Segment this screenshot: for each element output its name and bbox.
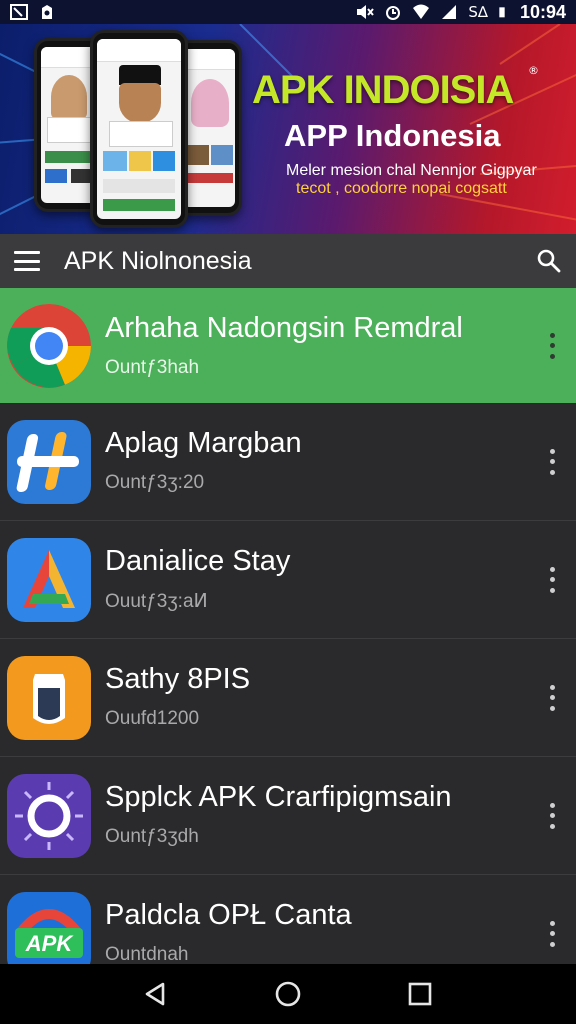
list-item[interactable]: Danialice Stay Ouutƒ3ʒ:aͶ [0, 521, 576, 639]
a-triangle-app-icon [7, 537, 91, 622]
app-subtitle: Ountƒ3ʒ:20 [105, 472, 205, 493]
shield-app-icon [7, 655, 91, 740]
app-subtitle: Ountƒ3ʒdh [105, 826, 199, 847]
battery-icon [499, 7, 505, 18]
app-name: Danialice Stay [105, 545, 291, 577]
app-list: Arhaha Nadongsin Remdral Ountƒ3hah Aplag… [0, 288, 576, 964]
notification-icon [42, 5, 52, 19]
app-subtitle: Ountƒ3hah [105, 357, 200, 378]
back-icon[interactable] [141, 979, 171, 1009]
list-item[interactable]: Sathy 8PIS Ouufd1200 [0, 639, 576, 757]
more-options-icon[interactable] [548, 566, 556, 593]
home-icon[interactable] [273, 979, 303, 1009]
hash-app-icon [7, 419, 91, 504]
banner-subheadline: APP Indonesia [284, 118, 501, 153]
banner-tagline-2: tecot , coodorre nopai cogsatt [296, 180, 507, 197]
more-options-icon[interactable] [548, 920, 556, 947]
svg-text:APK: APK [25, 931, 75, 956]
list-item[interactable]: Spplck APK Crarfipigmsain Ountƒ3ʒdh [0, 757, 576, 875]
app-name: Sathy 8PIS [105, 663, 251, 695]
app-bar: APK Niolnonesia [0, 234, 576, 288]
banner-tagline-1: Meler mesion chal Nennjor Gigpyar [286, 162, 537, 179]
search-icon[interactable] [536, 248, 562, 274]
app-subtitle: Ouufd1200 [105, 708, 200, 729]
phone-mockup-center [90, 30, 188, 228]
app-subtitle: Ouutƒ3ʒ:aͶ [105, 591, 208, 612]
promo-banner[interactable]: APK INDOISIA ® APP Indonesia Meler mesio… [0, 24, 576, 234]
status-time: 10:94 [519, 1, 566, 22]
more-options-icon[interactable] [548, 448, 556, 475]
more-options-icon[interactable] [548, 332, 556, 359]
more-options-icon[interactable] [548, 802, 556, 829]
alarm-icon [386, 6, 401, 20]
app-name: Arhaha Nadongsin Remdral [105, 312, 463, 344]
system-nav-bar [0, 964, 576, 1024]
hamburger-menu-icon[interactable] [14, 251, 40, 271]
sun-app-icon [7, 773, 91, 858]
banner-headline: APK INDOISIA [252, 68, 514, 112]
apk-app-icon: APK [7, 891, 91, 964]
app-subtitle: Ountdnah [105, 944, 189, 964]
screenshot-icon [10, 4, 28, 20]
app-name: Aplag Margban [105, 427, 302, 459]
signal-icon [442, 5, 457, 19]
list-item[interactable]: APK Paldcla OPŁ Canta Ountdnah [0, 875, 576, 964]
chrome-icon [7, 303, 91, 388]
more-options-icon[interactable] [548, 684, 556, 711]
registered-mark: ® [528, 64, 539, 77]
app-name: Paldcla OPŁ Canta [105, 899, 352, 931]
network-label: S∆ [468, 3, 488, 21]
mute-icon [357, 5, 375, 19]
recents-icon[interactable] [405, 979, 435, 1009]
status-bar: S∆ 10:94 [0, 0, 576, 24]
list-item[interactable]: Aplag Margban Ountƒ3ʒ:20 [0, 403, 576, 521]
list-item[interactable]: Arhaha Nadongsin Remdral Ountƒ3hah [0, 288, 576, 403]
app-bar-title: APK Niolnonesia [64, 246, 252, 275]
app-name: Spplck APK Crarfipigmsain [105, 781, 452, 813]
wifi-icon [413, 4, 430, 19]
